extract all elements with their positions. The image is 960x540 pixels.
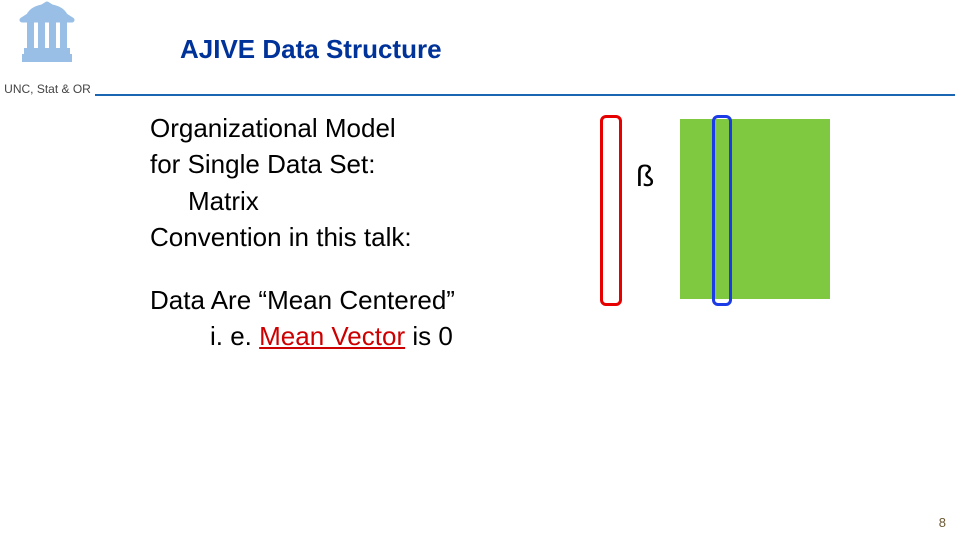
matrix-diagram (595, 115, 855, 305)
page-number: 8 (939, 515, 946, 530)
left-arrow-icon: ß (636, 160, 654, 194)
blue-column-outline (712, 115, 732, 306)
red-column-outline (600, 115, 622, 306)
line-organizational-model: Organizational Model (150, 110, 590, 146)
line-mean-centered: Data Are “Mean Centered” (150, 282, 590, 318)
line-single-data-set: for Single Data Set: (150, 146, 590, 182)
unc-logo (18, 0, 76, 71)
slide-title: AJIVE Data Structure (180, 34, 442, 65)
text-ie: i. e. (210, 321, 259, 351)
slide-header: AJIVE Data Structure (0, 0, 960, 75)
line-convention: Convention in this talk: (150, 219, 590, 255)
text-is-zero: is 0 (405, 321, 453, 351)
green-matrix-block (680, 119, 830, 299)
line-ie-mean-vector: i. e. Mean Vector is 0 (150, 318, 590, 354)
body-text: Organizational Model for Single Data Set… (150, 110, 590, 354)
header-rule (95, 94, 955, 96)
text-data-are: Data Are (150, 285, 258, 315)
text-mean-centered: “Mean Centered” (258, 285, 455, 315)
text-mean-vector: Mean Vector (259, 321, 405, 351)
department-label: UNC, Stat & OR (0, 82, 95, 96)
line-matrix: Matrix (150, 183, 590, 219)
blank-line (150, 256, 590, 282)
